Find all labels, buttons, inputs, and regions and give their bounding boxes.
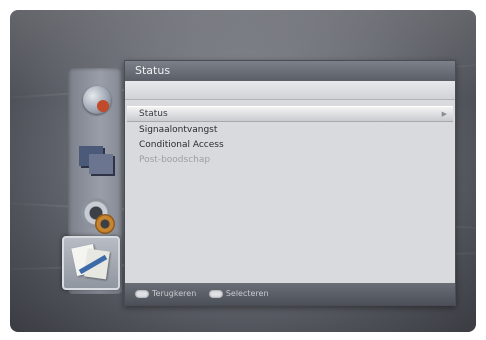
menu-item-label: Status	[139, 109, 168, 119]
screen-icon[interactable]	[73, 138, 117, 180]
menu-item-label: Post-boodschap	[139, 155, 211, 165]
gear-icon[interactable]	[73, 194, 117, 236]
panel-footer: Terugkeren Selecteren	[125, 283, 455, 305]
menu-item-label: Conditional Access	[139, 140, 224, 150]
status-report-icon[interactable]	[62, 236, 120, 290]
menu-item-label: Signaalontvangst	[139, 125, 218, 135]
status-panel: Status Status ▶ Signaalontvangst Conditi…	[124, 60, 456, 306]
menu-item-conditional-access[interactable]: Conditional Access	[125, 138, 455, 152]
ok-button-icon	[208, 289, 223, 298]
globe-icon[interactable]	[73, 80, 117, 122]
menu-item-status[interactable]: Status ▶	[127, 106, 453, 122]
panel-subheader	[125, 81, 455, 100]
select-hint-label: Selecteren	[225, 289, 269, 298]
tv-screen: Status Status ▶ Signaalontvangst Conditi…	[10, 10, 476, 332]
menu-item-post-boodschap: Post-boodschap	[125, 153, 455, 167]
status-menu: Status ▶ Signaalontvangst Conditional Ac…	[125, 100, 455, 167]
back-button-icon	[135, 289, 149, 298]
panel-title: Status	[125, 61, 455, 81]
chevron-right-icon: ▶	[441, 110, 447, 118]
menu-item-signaalontvangst[interactable]: Signaalontvangst	[125, 123, 455, 137]
back-hint: Terugkeren	[135, 283, 196, 305]
back-hint-label: Terugkeren	[152, 289, 197, 298]
select-hint: Selecteren	[208, 283, 269, 305]
